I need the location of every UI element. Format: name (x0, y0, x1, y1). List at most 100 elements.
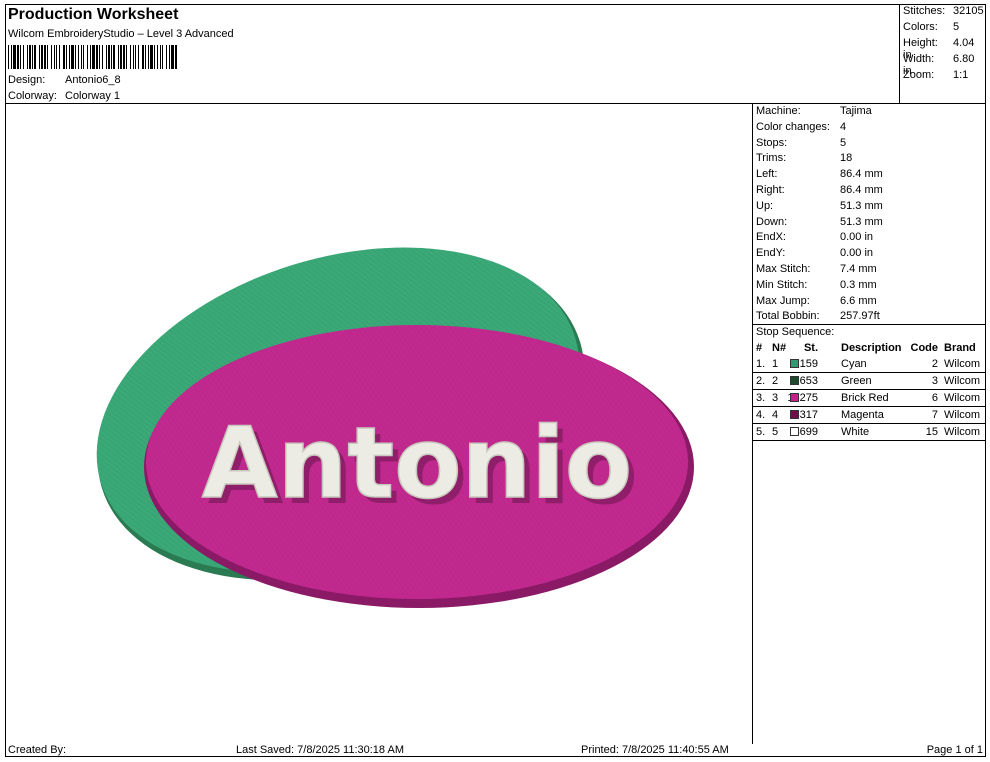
stat-value: 32105 (953, 5, 984, 17)
row-needle: 4 (772, 409, 779, 421)
row-index: 2. (756, 375, 766, 387)
barcode-bar (63, 45, 65, 69)
machine-value: 51.3 mm (840, 215, 883, 228)
machine-label: Down: (756, 215, 788, 228)
colorway-label: Colorway: (8, 90, 57, 102)
barcode-bar (8, 45, 9, 69)
barcode-bar (51, 45, 52, 69)
barcode-bar (23, 45, 24, 69)
barcode-bar (13, 45, 16, 69)
barcode-bar (113, 45, 115, 69)
barcode-bar (78, 45, 79, 69)
row-needle: 5 (772, 426, 779, 438)
color-swatch (790, 359, 799, 368)
design-label: Design: (8, 74, 46, 86)
row-needle: 3 (772, 392, 779, 404)
machine-label: Right: (756, 184, 785, 196)
stat-label: Colors: (903, 21, 938, 33)
barcode-bar (66, 45, 67, 69)
barcode-bar (47, 45, 48, 69)
barcode-bar (160, 45, 161, 69)
machine-label: Max Jump: (756, 294, 810, 307)
barcode-bar (27, 45, 28, 69)
barcode-bar (169, 45, 170, 69)
col-idx: # (756, 342, 763, 354)
barcode-bar (166, 45, 167, 69)
created-by: Created By: (8, 744, 67, 756)
barcode-bar (75, 45, 76, 69)
barcode-bar (17, 45, 19, 69)
table-row: 3. 3 15275 Brick Red 6 Wilcom (753, 390, 986, 407)
machine-label: EndY: (756, 247, 786, 260)
row-description: White (841, 426, 870, 438)
barcode-bar (29, 45, 31, 69)
printed-date: Printed: 7/8/2025 11:40:55 AM (581, 744, 729, 756)
row-brand: Wilcom (944, 375, 981, 387)
machine-row: Trims: 18 (756, 151, 852, 166)
row-needle: 1 (772, 358, 779, 370)
barcode-bar (20, 45, 21, 69)
design-value: Antonio6_8 (65, 74, 121, 86)
barcode-bar (135, 45, 136, 69)
barcode-bar (90, 45, 91, 69)
table-row: 5. 5 4699 White 15 Wilcom (753, 424, 986, 441)
stat-label: Height: (903, 37, 938, 49)
machine-row: Stops: 5 (756, 136, 846, 151)
stop-sequence-table: # N# St. Description Code Brand 1. 1 7159 C… (753, 340, 986, 441)
stat-label: Zoom: (903, 69, 935, 81)
barcode-bar (120, 45, 122, 69)
stat-label: Stitches: (903, 5, 946, 17)
col-st: St. (803, 342, 818, 354)
barcode-bar (83, 45, 84, 69)
barcode-bar (171, 45, 174, 69)
barcode-bar (126, 45, 127, 69)
barcode-bar (138, 45, 139, 69)
machine-value: 0.00 in (840, 231, 874, 244)
stat-label: Width: (903, 53, 935, 65)
barcode-bar (56, 45, 57, 69)
row-stitches: 653 (799, 375, 818, 387)
machine-value: 18 (840, 152, 853, 165)
row-code: 15 (925, 426, 938, 438)
barcode-bar (102, 45, 103, 69)
machine-label: Trims: (756, 152, 787, 165)
row-brand: Wilcom (944, 409, 981, 421)
barcode-bar (108, 45, 110, 69)
barcode-bar (81, 45, 82, 69)
row-needle: 2 (772, 375, 779, 387)
machine-row: Down: 51.3 mm (756, 215, 883, 230)
machine-value: 257.97ft (840, 310, 880, 323)
table-row: 1. 1 7159 Cyan 2 Wilcom (753, 356, 986, 373)
row-description: Cyan (841, 358, 867, 370)
row-code: 7 (931, 409, 938, 421)
stat-value: 1:1 (953, 69, 969, 81)
color-swatch (790, 376, 799, 385)
barcode-bar (32, 45, 33, 69)
barcode-bar (54, 45, 55, 69)
machine-label: Stops: (756, 136, 788, 149)
barcode-bar (111, 45, 112, 69)
stats-panel: Stitches: 32105 Colors: 5 Height: 4.04 in W… (899, 4, 986, 104)
barcode-bar (145, 45, 146, 69)
machine-info-panel: Machine: Tajima Color changes: 4 Stops: 5 Trim… (752, 103, 986, 744)
machine-label: Color changes: (756, 120, 830, 133)
machine-label: Min Stitch: (756, 278, 808, 291)
barcode-bar (34, 45, 36, 69)
row-index: 5. (756, 426, 766, 438)
machine-label: EndX: (756, 231, 786, 244)
barcode-bar (92, 45, 95, 69)
row-description: Magenta (841, 409, 884, 421)
stop-sequence-heading: Stop Sequence: (756, 326, 835, 338)
machine-value: 5 (840, 136, 847, 149)
row-code: 3 (931, 375, 938, 387)
machine-row: Max Jump: 6.6 mm (756, 294, 877, 309)
row-description: Green (841, 375, 872, 387)
barcode-bar (99, 45, 100, 69)
stat-row: Stitches: 32105 (903, 5, 984, 17)
machine-value: 0.3 mm (840, 278, 877, 291)
barcode-bar (175, 45, 177, 69)
machine-row: Max Stitch: 7.4 mm (756, 262, 877, 277)
machine-value: 86.4 mm (840, 168, 883, 181)
page-title: Production Worksheet (8, 6, 179, 23)
machine-value: Tajima (840, 105, 872, 117)
